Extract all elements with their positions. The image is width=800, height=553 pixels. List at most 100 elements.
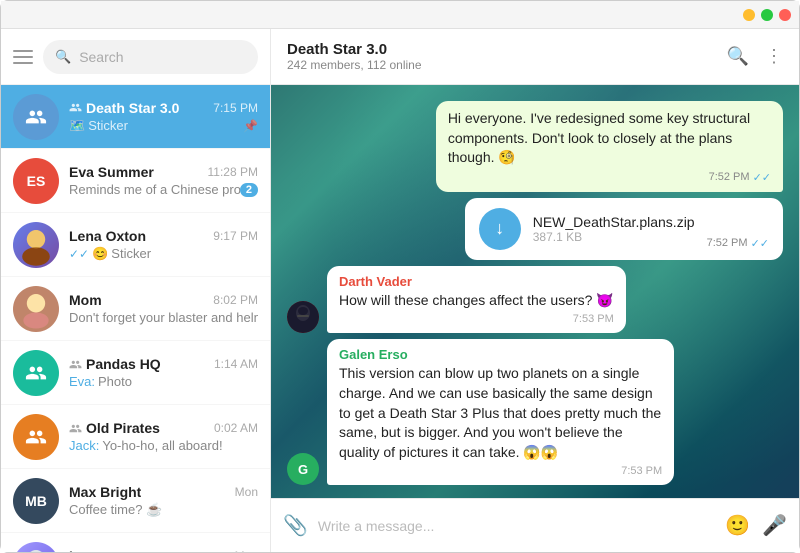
chat-content: Mom 8:02 PM Don't forget your blaster an… xyxy=(69,292,258,325)
input-icons: 🙂 🎤 xyxy=(725,513,787,538)
chat-header: Death Star 3.0 242 members, 112 online 🔍… xyxy=(271,29,799,85)
avatar: ES xyxy=(13,158,59,204)
chat-time: 8:02 PM xyxy=(213,293,258,307)
sidebar-header: 🔍 xyxy=(1,29,270,85)
chat-preview: ✓✓ 😊 Sticker xyxy=(69,246,258,262)
avatar xyxy=(13,94,59,140)
avatar xyxy=(13,222,59,268)
title-bar xyxy=(1,1,799,29)
minimize-button[interactable] xyxy=(743,9,755,21)
chat-time: 7:15 PM xyxy=(213,101,258,115)
file-info: NEW_DeathStar.plans.zip 387.1 KB xyxy=(533,214,695,244)
message-row: Hi everyone. I've redesigned some key st… xyxy=(287,101,783,192)
close-button[interactable] xyxy=(779,9,791,21)
search-box[interactable]: 🔍 xyxy=(43,40,258,74)
chat-input-area: 📎 🙂 🎤 xyxy=(271,498,799,552)
chat-name: Mom xyxy=(69,292,102,308)
menu-button[interactable] xyxy=(13,50,33,64)
messages-area: Hi everyone. I've redesigned some key st… xyxy=(271,85,799,498)
file-download-button[interactable]: ↓ xyxy=(479,208,521,250)
avatar xyxy=(13,414,59,460)
message-row: Darth Vader How will these changes affec… xyxy=(287,266,783,334)
chat-item-lee[interactable]: Lee Mon We can call it Galaxy Star 7 ;) xyxy=(1,533,270,552)
chat-name: Old Pirates xyxy=(69,420,160,436)
chat-preview: Coffee time? ☕ xyxy=(69,502,258,518)
chat-preview: Don't forget your blaster and helmet xyxy=(69,310,258,325)
chat-content: Max Bright Mon Coffee time? ☕ xyxy=(69,484,258,518)
chat-preview: 🗺️ Sticker xyxy=(69,118,243,134)
chat-time: 9:17 PM xyxy=(213,229,258,243)
chat-item-death-star[interactable]: Death Star 3.0 7:15 PM 🗺️ Sticker 📌 xyxy=(1,85,270,149)
avatar: MB xyxy=(13,478,59,524)
chat-time: 0:02 AM xyxy=(214,421,258,435)
chat-content: Pandas HQ 1:14 AM Eva: Photo xyxy=(69,356,258,389)
chat-content: Lee Mon We can call it Galaxy Star 7 ;) xyxy=(69,548,258,552)
sticker-image xyxy=(593,491,783,498)
chat-header-status: 242 members, 112 online xyxy=(287,58,717,72)
message-bubble: Hi everyone. I've redesigned some key st… xyxy=(436,101,783,192)
file-name: NEW_DeathStar.plans.zip xyxy=(533,214,695,230)
chat-item-mom[interactable]: Mom 8:02 PM Don't forget your blaster an… xyxy=(1,277,270,341)
emoji-icon[interactable]: 🙂 xyxy=(725,513,750,538)
sidebar: 🔍 Death Star 3.0 7:15 PM xyxy=(1,29,271,552)
avatar xyxy=(13,350,59,396)
chat-content: Eva Summer 11:28 PM Reminds me of a Chin… xyxy=(69,164,258,197)
file-size: 387.1 KB xyxy=(533,230,695,244)
search-header-icon[interactable]: 🔍 xyxy=(727,46,749,67)
search-icon: 🔍 xyxy=(55,49,71,65)
search-input[interactable] xyxy=(79,49,246,65)
message-time: 7:53 PM xyxy=(339,465,662,477)
file-message-row: ↓ NEW_DeathStar.plans.zip 387.1 KB 7:52 … xyxy=(287,198,783,260)
avatar xyxy=(13,286,59,332)
chat-time: Mon xyxy=(235,549,258,552)
chat-item-max-bright[interactable]: MB Max Bright Mon Coffee time? ☕ xyxy=(1,469,270,533)
chat-name: Max Bright xyxy=(69,484,141,500)
message-time: 7:52 PM ✓✓ xyxy=(448,171,771,184)
sender-avatar xyxy=(287,301,319,333)
chat-name: Eva Summer xyxy=(69,164,154,180)
message-row: G Galen Erso This version can blow up tw… xyxy=(287,339,783,485)
sticker-row: G xyxy=(287,491,783,498)
avatar xyxy=(13,542,59,553)
chat-preview: Jack: Yo-ho-ho, all aboard! xyxy=(69,438,258,453)
chat-name: Pandas HQ xyxy=(69,356,161,372)
message-time: 7:52 PM ✓✓ xyxy=(707,237,769,250)
sender-name: Darth Vader xyxy=(339,274,614,289)
chat-item-pandas-hq[interactable]: Pandas HQ 1:14 AM Eva: Photo xyxy=(1,341,270,405)
chat-preview: Eva: Photo xyxy=(69,374,258,389)
more-options-icon[interactable]: ⋮ xyxy=(765,46,783,67)
chat-name: Death Star 3.0 xyxy=(69,100,179,116)
chat-content: Lena Oxton 9:17 PM ✓✓ 😊 Sticker xyxy=(69,228,258,262)
message-text: Hi everyone. I've redesigned some key st… xyxy=(448,109,771,168)
chat-item-old-pirates[interactable]: Old Pirates 0:02 AM Jack: Yo-ho-ho, all … xyxy=(1,405,270,469)
chat-content: Old Pirates 0:02 AM Jack: Yo-ho-ho, all … xyxy=(69,420,258,453)
chat-name: Lee xyxy=(69,548,93,552)
pin-icon: 📌 xyxy=(243,119,258,133)
chat-item-lena-oxton[interactable]: Lena Oxton 9:17 PM ✓✓ 😊 Sticker xyxy=(1,213,270,277)
chat-item-eva-summer[interactable]: ES Eva Summer 11:28 PM Reminds me of a C… xyxy=(1,149,270,213)
maximize-button[interactable] xyxy=(761,9,773,21)
message-bubble: Galen Erso This version can blow up two … xyxy=(327,339,674,485)
chat-content: Death Star 3.0 7:15 PM 🗺️ Sticker 📌 xyxy=(69,100,258,134)
chat-time: Mon xyxy=(235,485,258,499)
unread-badge: 2 xyxy=(240,183,258,197)
sender-name: Galen Erso xyxy=(339,347,662,362)
chat-preview: Reminds me of a Chinese prove... xyxy=(69,182,240,197)
chat-area: Death Star 3.0 242 members, 112 online 🔍… xyxy=(271,29,799,552)
message-text: This version can blow up two planets on … xyxy=(339,364,662,462)
chat-time: 11:28 PM xyxy=(208,165,258,179)
app-body: 🔍 Death Star 3.0 7:15 PM xyxy=(1,29,799,552)
chat-header-icons: 🔍 ⋮ xyxy=(727,46,783,67)
message-time: 7:53 PM xyxy=(339,313,614,325)
message-text: How will these changes affect the users?… xyxy=(339,291,614,311)
chat-header-name: Death Star 3.0 xyxy=(287,41,717,58)
file-bubble: ↓ NEW_DeathStar.plans.zip 387.1 KB 7:52 … xyxy=(465,198,783,260)
chat-time: 1:14 AM xyxy=(214,357,258,371)
chat-list: Death Star 3.0 7:15 PM 🗺️ Sticker 📌 ES E… xyxy=(1,85,270,552)
sender-avatar: G xyxy=(287,453,319,485)
message-input[interactable] xyxy=(318,518,715,534)
chat-header-info: Death Star 3.0 242 members, 112 online xyxy=(287,41,717,72)
sticker-message: G xyxy=(593,491,783,498)
microphone-icon[interactable]: 🎤 xyxy=(762,513,787,538)
attach-icon[interactable]: 📎 xyxy=(283,513,308,538)
